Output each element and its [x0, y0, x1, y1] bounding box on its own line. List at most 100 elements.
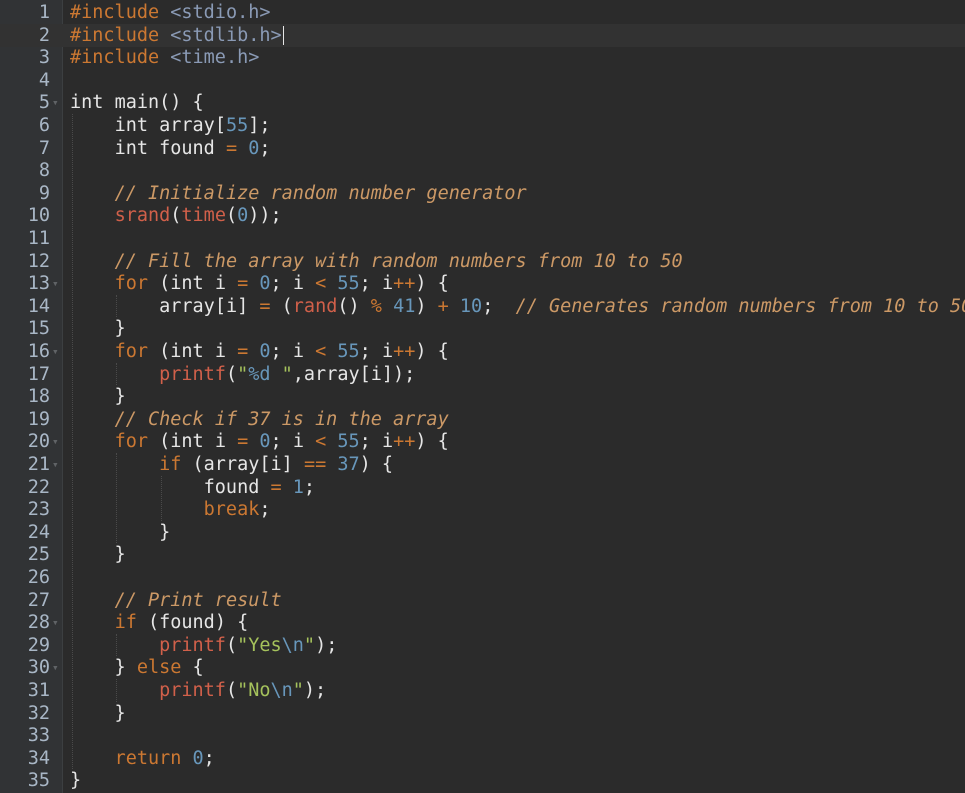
code-token: time	[181, 205, 226, 227]
fold-toggle-icon[interactable]: ▾	[52, 611, 61, 634]
code-line[interactable]: 32 }	[0, 702, 965, 725]
fold-toggle-icon[interactable]: ▾	[52, 91, 61, 114]
code-token: ;	[270, 431, 293, 453]
fold-toggle-icon[interactable]: ▾	[52, 656, 61, 679]
line-number: 16	[27, 341, 50, 362]
code-token: // Generates random numbers from 10 to 5…	[515, 295, 965, 317]
code-line[interactable]: 3 #include <time.h>	[0, 46, 965, 69]
line-number: 27	[27, 589, 50, 611]
code-line[interactable]: 13 ▾ for (int i = 0; i < 55; i++) {	[0, 272, 965, 295]
fold-toggle-icon[interactable]: ▾	[52, 430, 61, 453]
code-line[interactable]: 34 return 0;	[0, 747, 965, 770]
code-line[interactable]: 9 // Initialize random number generator	[0, 182, 965, 205]
code-token: ) {	[415, 341, 449, 362]
code-token: for	[114, 341, 160, 362]
code-token: 0	[248, 137, 260, 159]
code-token: i	[292, 273, 316, 295]
code-text: int array[55];	[70, 114, 271, 137]
code-line[interactable]: 27 // Print result	[0, 589, 965, 612]
line-number: 5	[38, 92, 50, 114]
code-token: "	[270, 363, 293, 385]
code-line[interactable]: 29 printf("Yes\n");	[0, 634, 965, 657]
code-line[interactable]: 20 ▾ for (int i = 0; i < 55; i++) {	[0, 430, 965, 453]
code-line[interactable]: 6 int array[55];	[0, 114, 965, 137]
line-number: 19	[27, 408, 50, 430]
code-line[interactable]: 1 #include <stdio.h>	[0, 1, 965, 24]
code-token: "Yes	[237, 634, 282, 656]
code-token: =	[237, 273, 260, 295]
code-token: ;	[270, 341, 293, 362]
code-token: // Print result	[114, 589, 282, 611]
code-line[interactable]: 14 array[i] = (rand() % 41) + 10; // Gen…	[0, 295, 965, 318]
code-line[interactable]: 23 break;	[0, 498, 965, 521]
code-token: i	[381, 273, 394, 295]
code-token: =	[259, 295, 282, 317]
code-token: printf	[159, 363, 226, 385]
code-token: i	[214, 341, 238, 362]
code-line[interactable]: 24 }	[0, 521, 965, 544]
code-line[interactable]: 25 }	[0, 543, 965, 566]
code-token: i	[292, 341, 316, 362]
code-token: 41	[393, 295, 416, 317]
code-line[interactable]: 17 printf("%d ",array[i]);	[0, 363, 965, 386]
code-line[interactable]: 10 srand(time(0));	[0, 204, 965, 227]
code-line[interactable]: 22 found = 1;	[0, 476, 965, 499]
code-line[interactable]: 11	[0, 227, 965, 250]
code-token: (	[225, 634, 238, 656]
code-token: int	[70, 92, 115, 114]
code-token: array	[159, 115, 215, 136]
code-token: i	[370, 363, 382, 385]
fold-toggle-icon[interactable]: ▾	[52, 453, 61, 476]
indent-guide	[160, 475, 162, 521]
code-line[interactable]: 8	[0, 159, 965, 182]
code-line[interactable]: 12 // Fill the array with random numbers…	[0, 250, 965, 273]
line-number: 29	[27, 634, 50, 656]
code-token: ];	[248, 115, 271, 136]
line-number: 2	[38, 24, 50, 46]
code-token: <time.h>	[170, 47, 260, 69]
fold-toggle-icon[interactable]: ▾	[52, 272, 61, 295]
code-line[interactable]: 4	[0, 69, 965, 92]
code-line[interactable]: 18 }	[0, 385, 965, 408]
code-token: array	[303, 363, 360, 385]
code-token: );	[315, 634, 338, 656]
code-line[interactable]: 19 // Check if 37 is in the array	[0, 408, 965, 431]
code-token: ) {	[359, 454, 394, 475]
code-line[interactable]: 28 ▾ if (found) {	[0, 611, 965, 634]
line-number: 7	[38, 137, 50, 159]
fold-toggle-icon[interactable]: ▾	[52, 340, 61, 363]
code-token: ;	[482, 295, 516, 317]
code-line[interactable]: 33	[0, 724, 965, 747]
line-number: 33	[27, 725, 50, 747]
code-token: <stdlib.h>	[170, 24, 282, 46]
code-line[interactable]: 26	[0, 566, 965, 589]
code-line[interactable]: 31 printf("No\n");	[0, 679, 965, 702]
code-line[interactable]: 7 int found = 0;	[0, 137, 965, 160]
code-line[interactable]: 21 ▾ if (array[i] == 37) {	[0, 453, 965, 476]
line-number: 12	[27, 250, 50, 272]
line-number: 17	[27, 363, 50, 385]
code-token: i	[381, 431, 394, 453]
code-token: 55	[337, 431, 360, 453]
code-token: [	[214, 115, 226, 136]
line-number: 34	[27, 747, 50, 769]
code-token: (	[225, 680, 238, 701]
code-line[interactable]: 15 }	[0, 317, 965, 340]
code-token: array	[203, 454, 260, 475]
line-number: 26	[27, 567, 50, 588]
code-editor[interactable]: 1 #include <stdio.h> 2 #include <stdlib.h> 3…	[0, 0, 965, 793]
code-line[interactable]: 16 ▾ for (int i = 0; i < 55; i++) {	[0, 340, 965, 363]
code-token: (	[225, 363, 238, 385]
code-line[interactable]: 35}	[0, 769, 965, 792]
code-line[interactable]: 2 #include <stdlib.h>	[0, 23, 965, 47]
code-line[interactable]: 30 ▾ } else {	[0, 656, 965, 679]
code-token: "	[292, 680, 304, 701]
code-token: ));	[248, 205, 282, 227]
code-line[interactable]: 5 ▾ int main() {	[0, 91, 965, 114]
code-area[interactable]: 1 #include <stdio.h> 2 #include <stdlib.h> 3…	[0, 0, 965, 793]
code-text: int found = 0;	[70, 137, 271, 160]
